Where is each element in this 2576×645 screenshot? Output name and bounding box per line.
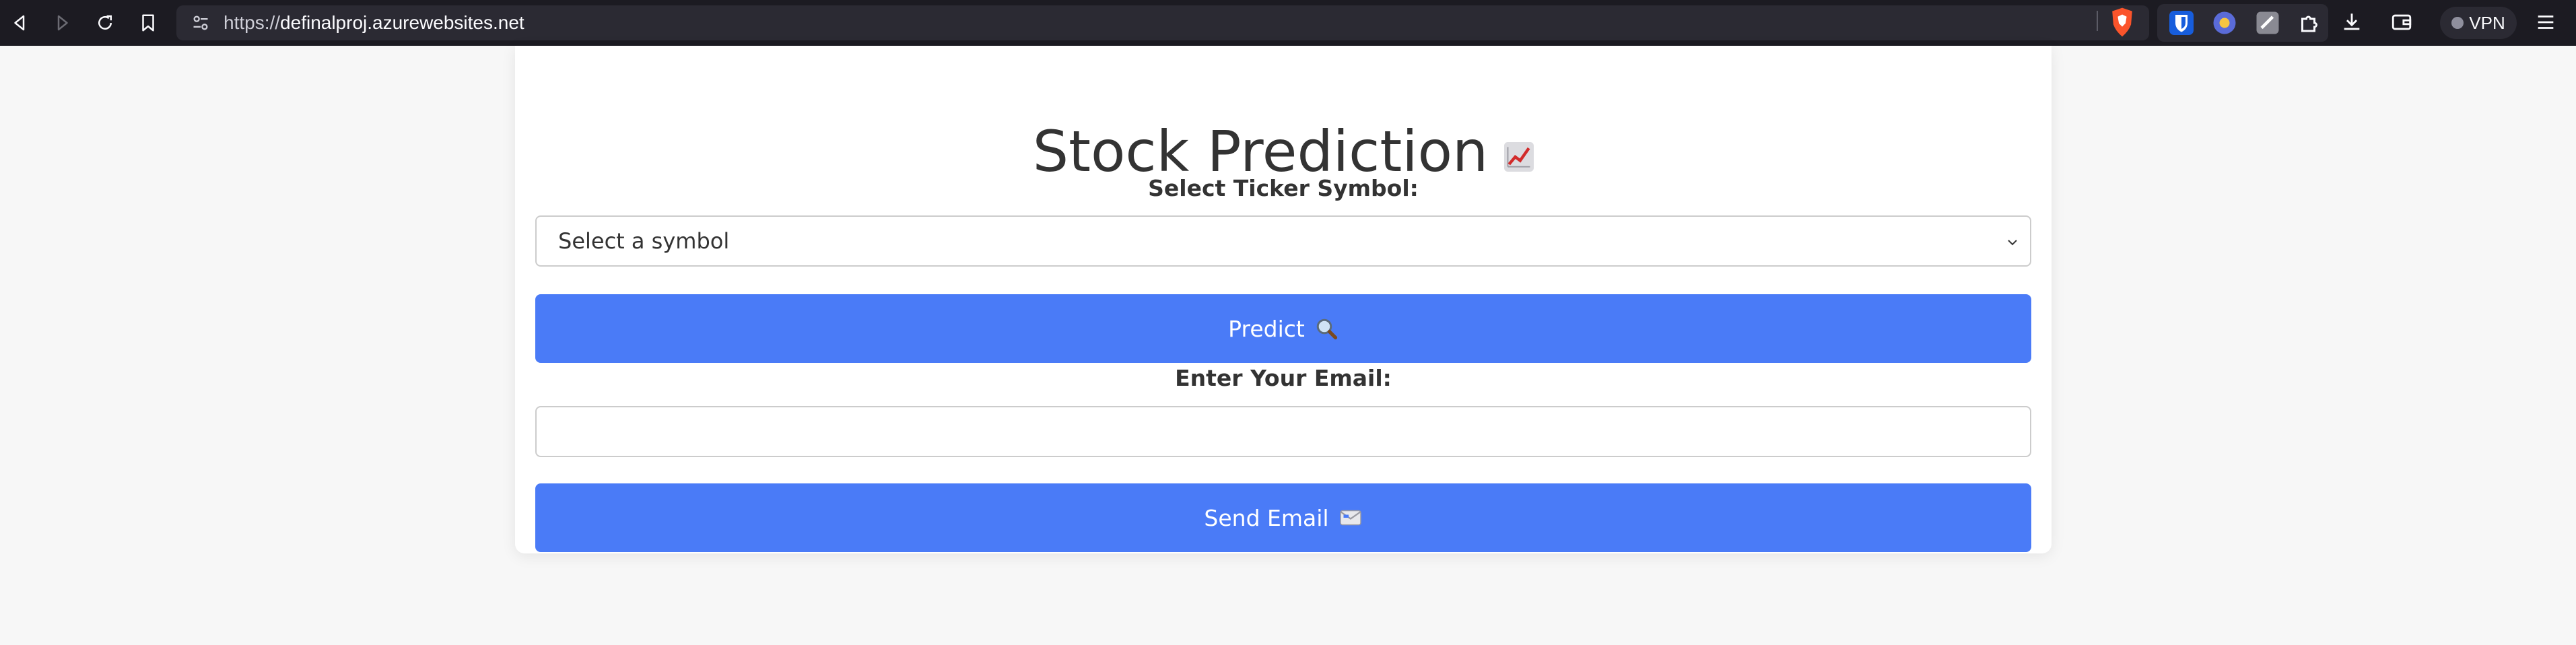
email-input[interactable] (535, 406, 2031, 457)
extensions-puzzle-icon[interactable] (2297, 11, 2321, 35)
back-button[interactable] (4, 7, 36, 39)
predict-button-label: Predict (1228, 315, 1305, 342)
reload-icon (98, 15, 112, 30)
reload-button[interactable] (89, 7, 121, 39)
email-icon (1339, 510, 1361, 526)
menu-icon[interactable] (2534, 11, 2557, 34)
send-email-button-label: Send Email (1204, 504, 1329, 531)
wallet-icon[interactable] (2390, 11, 2413, 34)
vpn-label: VPN (2469, 12, 2505, 33)
magnifier-icon (1316, 318, 1337, 340)
vpn-button[interactable]: VPN (2440, 7, 2517, 39)
extension-tile-icon[interactable] (2256, 11, 2280, 35)
extensions-group (2157, 4, 2328, 42)
forward-button[interactable] (46, 7, 78, 39)
forward-icon (57, 15, 68, 31)
email-label: Enter Your Email: (1175, 365, 1392, 391)
url-scheme: https:// (224, 12, 281, 33)
url-text[interactable]: https://definalproj.azurewebsites.net (224, 5, 524, 40)
bookmark-icon (142, 14, 154, 32)
extension-orb-icon[interactable] (2212, 11, 2237, 35)
bitwarden-icon[interactable] (2169, 11, 2194, 35)
toolbar-separator (2097, 11, 2098, 31)
url-host: definalproj.azurewebsites.net (280, 12, 524, 33)
back-icon (14, 15, 25, 31)
browser-toolbar: https://definalproj.azurewebsites.net VP… (0, 0, 2576, 46)
address-bar[interactable]: https://definalproj.azurewebsites.net (176, 5, 2255, 40)
chart-increasing-icon (1504, 142, 1534, 172)
ticker-select-value: Select a symbol (558, 228, 730, 254)
predict-button[interactable]: Predict (535, 294, 2031, 363)
downloads-icon[interactable] (2340, 11, 2363, 34)
vpn-status-icon (2451, 17, 2464, 29)
ticker-label: Select Ticker Symbol: (1148, 175, 1419, 201)
chevron-down-icon (2008, 240, 2017, 246)
send-email-button[interactable]: Send Email (535, 483, 2031, 552)
ticker-select[interactable]: Select a symbol (535, 215, 2031, 267)
bookmark-button[interactable] (132, 7, 164, 39)
prediction-card: Stock Prediction Select Ticker Symbol: S… (515, 46, 2052, 553)
brave-shields-icon[interactable] (2109, 7, 2136, 38)
site-settings-icon[interactable] (191, 13, 210, 32)
